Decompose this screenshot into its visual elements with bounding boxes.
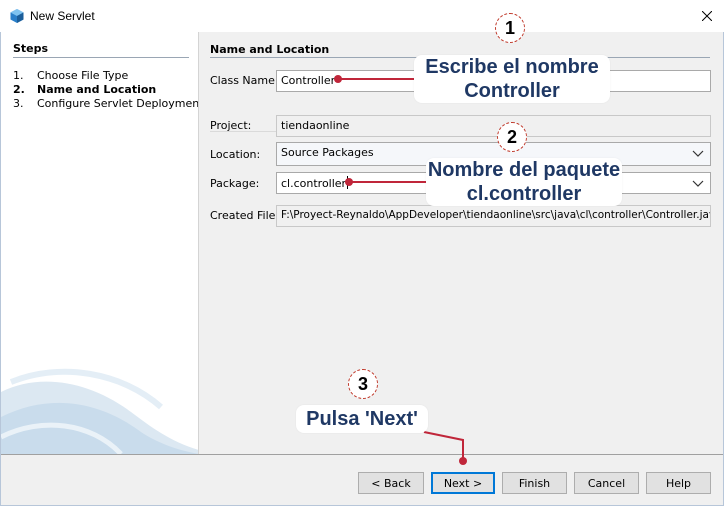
step-number: 3. xyxy=(13,97,24,110)
project-field: tiendaonline xyxy=(276,115,711,137)
annotation-callout-3-line1: Pulsa 'Next' xyxy=(306,408,418,430)
annotation-callout-2-line2: cl.controller xyxy=(466,183,582,205)
annotation-callout-1: Escribe el nombre Controller xyxy=(414,55,610,103)
annotation-callout-2: Nombre del paquete cl.controller xyxy=(426,158,622,206)
text-cursor xyxy=(347,176,349,189)
annotation-badge-2: 2 xyxy=(497,122,527,152)
button-bar: < Back Next > Finish Cancel Help xyxy=(1,454,723,505)
finish-button[interactable]: Finish xyxy=(502,472,567,494)
class-name-value: Controller xyxy=(281,74,336,87)
window-title: New Servlet xyxy=(30,9,95,23)
steps-panel: Steps 1. Choose File Type 2. Name and Loca… xyxy=(1,32,199,454)
annotation-callout-3: Pulsa 'Next' xyxy=(296,405,428,433)
location-label: Location: xyxy=(210,148,261,161)
steps-divider xyxy=(13,57,189,58)
close-button[interactable] xyxy=(690,0,724,32)
help-button[interactable]: Help xyxy=(646,472,711,494)
annotation-badge-3: 3 xyxy=(348,369,378,399)
decorative-swirl-graphic xyxy=(1,368,198,454)
chevron-down-icon xyxy=(692,180,704,187)
annotation-callout-1-line2: Controller xyxy=(464,80,560,102)
created-file-field: F:\Proyect-Reynaldo\AppDeveloper\tiendao… xyxy=(276,205,711,227)
package-value: cl.controller xyxy=(281,177,347,190)
created-file-value: F:\Proyect-Reynaldo\AppDeveloper\tiendao… xyxy=(281,209,711,221)
chevron-down-icon xyxy=(692,150,704,157)
step-number: 1. xyxy=(13,69,24,82)
step-number: 2. xyxy=(13,83,25,96)
section-heading: Name and Location xyxy=(210,43,330,56)
annotation-callout-2-line1: Nombre del paquete xyxy=(427,159,621,181)
step-label: Name and Location xyxy=(37,83,157,96)
package-label: Package: xyxy=(210,177,260,190)
netbeans-icon xyxy=(10,9,24,23)
close-icon xyxy=(702,11,712,21)
next-button[interactable]: Next > xyxy=(431,472,495,494)
step-configure-deployment: 3. Configure Servlet Deployment xyxy=(13,97,199,110)
annotation-badge-1: 1 xyxy=(495,13,525,43)
project-label: Project: xyxy=(210,119,252,132)
project-value: tiendaonline xyxy=(281,119,350,132)
step-label: Choose File Type xyxy=(37,69,129,82)
title-bar: New Servlet xyxy=(0,0,724,32)
location-value: Source Packages xyxy=(281,146,374,159)
back-button[interactable]: < Back xyxy=(358,472,424,494)
step-choose-file-type: 1. Choose File Type xyxy=(13,69,128,82)
annotation-callout-1-line1: Escribe el nombre xyxy=(425,56,599,78)
steps-heading: Steps xyxy=(13,42,49,55)
step-label: Configure Servlet Deployment xyxy=(37,97,199,110)
class-name-label: Class Name: xyxy=(210,74,279,87)
cancel-button[interactable]: Cancel xyxy=(574,472,639,494)
step-name-and-location: 2. Name and Location xyxy=(13,83,156,96)
created-file-label: Created File: xyxy=(210,209,280,222)
